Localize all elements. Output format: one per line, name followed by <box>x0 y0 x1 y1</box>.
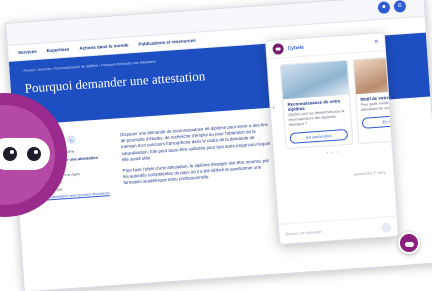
send-icon[interactable] <box>380 221 392 233</box>
mascot-illustration <box>0 93 67 217</box>
nav-item-services[interactable]: Services <box>18 49 37 55</box>
article-paragraph: Pour faire l'objet d'une attestation, le… <box>122 157 270 186</box>
main-article: Disposer une demande de reconnaissance d… <box>120 122 274 197</box>
card-image <box>280 60 349 100</box>
chat-carousel: ‹ Reconnaissance de votre diplôme Quelle… <box>267 51 400 150</box>
menu-icon[interactable]: ≡ <box>393 0 407 13</box>
chat-launcher-button[interactable] <box>398 232 420 254</box>
nav-item-expertises[interactable]: Expertises <box>46 47 69 54</box>
article-paragraph: Disposer une demande de reconnaissance d… <box>119 121 271 162</box>
bot-avatar-icon <box>272 43 284 55</box>
learn-more-button[interactable]: En savoir plus <box>289 128 349 144</box>
close-icon[interactable]: × <box>374 39 379 46</box>
user-icon[interactable]: ● <box>377 1 391 14</box>
card-description: Quelles sont les démarches pour la recon… <box>288 109 345 127</box>
nav-item-publications[interactable]: Publications et ressources <box>138 38 195 47</box>
chevron-left-icon[interactable]: ‹ <box>273 105 275 111</box>
chat-card: Reconnaissance de votre diplôme Quelles … <box>279 59 354 150</box>
nav-item-actions-monde[interactable]: Actions dans le monde <box>79 42 128 50</box>
chat-bot-name: Cybèle <box>287 44 305 52</box>
screenshot-scene: ● ≡ Services Expertises Actions dans le … <box>0 0 432 291</box>
chat-widget: Cybèle × ‹ Reconnaissance de votre diplô… <box>264 32 400 245</box>
chat-message-input[interactable]: Écrivez un message <box>285 229 321 237</box>
